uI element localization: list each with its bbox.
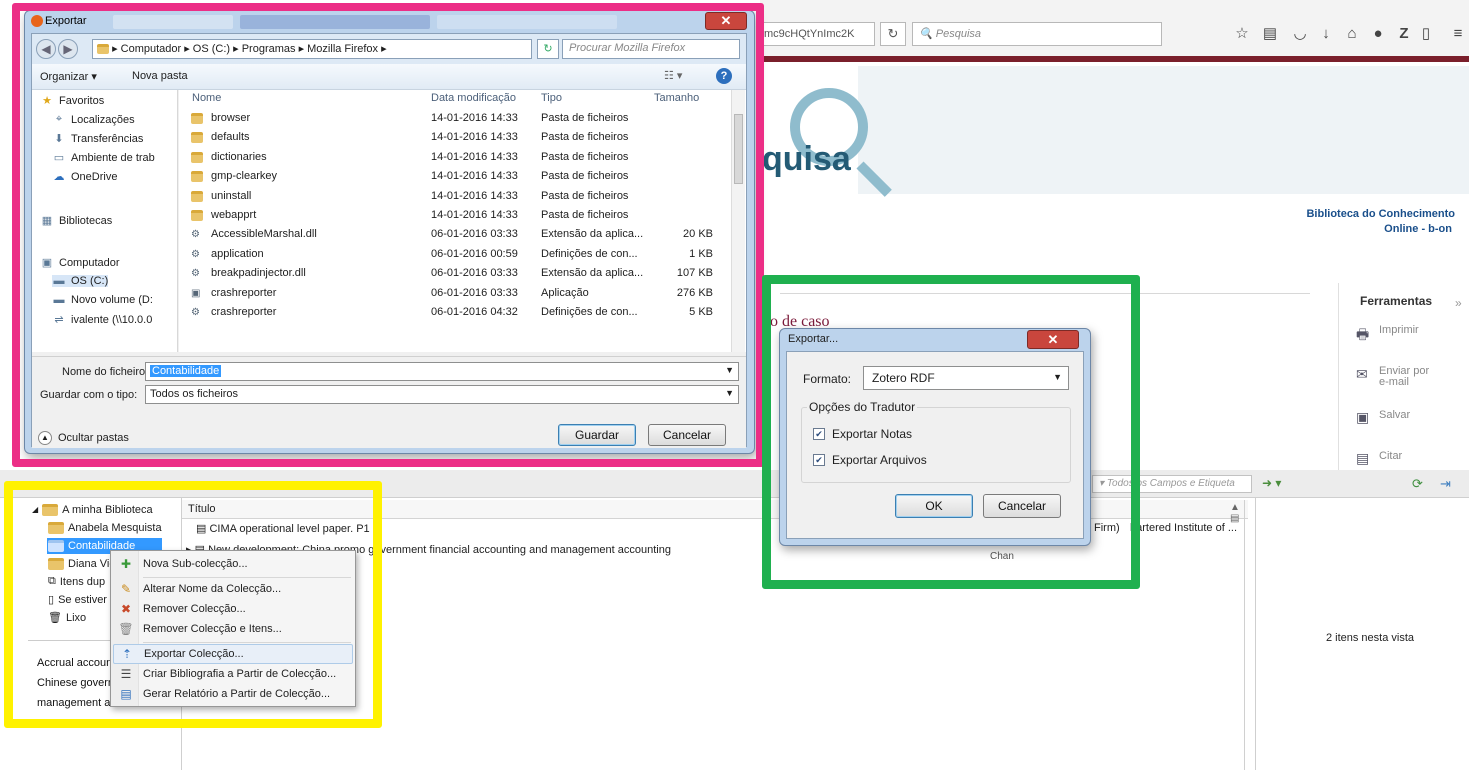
tool-save-label: Salvar bbox=[1379, 409, 1411, 421]
site-banner-strip bbox=[858, 66, 1469, 194]
url-bar[interactable]: mc9cHQtYnImc2K bbox=[760, 22, 875, 46]
tool-email-label: Enviar por e-mail bbox=[1379, 365, 1430, 388]
download-icon[interactable]: ↓ bbox=[1316, 24, 1336, 44]
save-icon: ▣ bbox=[1356, 409, 1370, 425]
browser-search-placeholder: Pesquisa bbox=[935, 28, 982, 40]
tool-print-label: Imprimir bbox=[1379, 324, 1419, 336]
browser-search-input[interactable]: 🔍 Pesquisa bbox=[912, 22, 1162, 46]
highlight-frame-pink bbox=[12, 3, 764, 467]
tool-cite[interactable]: ▤ Citar bbox=[1356, 450, 1402, 467]
item-title-suffix: government financial accounting and mana… bbox=[368, 544, 671, 556]
tool-save[interactable]: ▣ Salvar bbox=[1356, 409, 1410, 426]
page-icon[interactable]: ▯ bbox=[1416, 24, 1436, 44]
item-count-status: 2 itens nesta vista bbox=[1325, 632, 1415, 644]
cite-icon: ▤ bbox=[1356, 450, 1370, 466]
chat-icon[interactable]: ● bbox=[1368, 24, 1388, 44]
bon-link-line2[interactable]: Online - b-on bbox=[1290, 223, 1452, 235]
bookmark-star-icon[interactable]: ☆ bbox=[1232, 24, 1252, 44]
tool-email[interactable]: ✉ Enviar por e-mail bbox=[1356, 366, 1429, 388]
highlight-frame-green bbox=[762, 275, 1140, 589]
menu-icon[interactable]: ≡ bbox=[1448, 24, 1468, 44]
bon-link[interactable]: Biblioteca do Conhecimento bbox=[1290, 208, 1455, 220]
fullscreen-icon[interactable]: ⇥ bbox=[1440, 476, 1451, 492]
pocket-icon[interactable]: ◡ bbox=[1290, 24, 1310, 44]
printer-icon: 🖶 bbox=[1356, 326, 1370, 342]
email-icon: ✉ bbox=[1356, 366, 1368, 382]
tool-print[interactable]: 🖶 Imprimir bbox=[1356, 324, 1419, 348]
reading-list-icon[interactable]: ▤ bbox=[1260, 24, 1280, 44]
reload-icon[interactable]: ↻ bbox=[880, 22, 906, 46]
zotero-icon[interactable]: Z bbox=[1394, 24, 1414, 44]
pane-splitter[interactable] bbox=[1244, 500, 1252, 770]
locate-icon[interactable]: ➜ ▾ bbox=[1262, 476, 1281, 490]
site-logo-text: quisa bbox=[762, 140, 851, 178]
tools-title: Ferramentas bbox=[1360, 294, 1433, 308]
item-creator-cont: hartered Institute of ... bbox=[1130, 522, 1238, 534]
expand-icon[interactable]: » bbox=[1455, 296, 1462, 310]
browser-toolbar: mc9cHQtYnImc2K ↻ 🔍 Pesquisa ☆ ▤ ◡ ↓ ⌂ ● … bbox=[760, 0, 1469, 62]
home-icon[interactable]: ⌂ bbox=[1342, 24, 1362, 44]
sync-icon[interactable]: ⟳ bbox=[1412, 476, 1423, 492]
tool-cite-label: Citar bbox=[1379, 450, 1403, 462]
highlight-frame-yellow bbox=[4, 481, 382, 728]
